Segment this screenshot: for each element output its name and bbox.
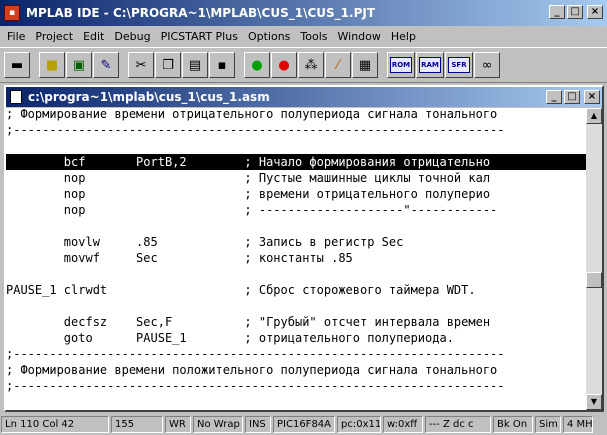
title-bar: ▪ MPLAB IDE - C:\PROGRA~1\MPLAB\CUS_1\CU…	[0, 0, 607, 26]
close-button[interactable]: ×	[587, 5, 603, 19]
step-over-button[interactable]: ⁄	[325, 52, 351, 78]
code-line[interactable]: bcf PortB,2 ; Начало формирования отрица…	[6, 154, 586, 170]
minimize-button[interactable]: _	[549, 5, 565, 19]
status-clock: 4 MH	[563, 416, 593, 433]
menu-project[interactable]: Project	[30, 30, 78, 43]
menu-picstart-plus[interactable]: PICSTART Plus	[156, 30, 243, 43]
menu-debug[interactable]: Debug	[109, 30, 155, 43]
document-icon	[10, 90, 22, 104]
menu-tools[interactable]: Tools	[295, 30, 332, 43]
status-w-register: w:0xff	[383, 416, 423, 433]
sfr-label: SFR	[448, 57, 470, 73]
status-insert: INS	[245, 416, 271, 433]
find-button[interactable]: ✎	[93, 52, 119, 78]
save-file-button[interactable]: ▪	[209, 52, 235, 78]
rom-button[interactable]: ROM	[387, 52, 415, 78]
red-light-icon: ●	[278, 57, 290, 73]
ram-button[interactable]: RAM	[416, 52, 444, 78]
disk-icon: ▣	[72, 57, 86, 73]
maximize-button[interactable]: □	[567, 5, 583, 19]
menu-options[interactable]: Options	[243, 30, 295, 43]
editor-close-button[interactable]: ×	[584, 90, 600, 104]
status-wrap: No Wrap	[193, 416, 243, 433]
code-line[interactable]: nop ; времени отрицательного полуперио	[6, 186, 586, 202]
status-sim: Sim	[535, 416, 561, 433]
code-line[interactable]: ;---------------------------------------…	[6, 346, 586, 362]
chip-icon: ▦	[358, 57, 372, 73]
sfr-button[interactable]: SFR	[445, 52, 473, 78]
step-button[interactable]: ⁂	[298, 52, 324, 78]
search-icon: ✎	[100, 57, 112, 73]
scissors-icon: ✂	[135, 57, 147, 73]
cut-button[interactable]: ✂	[128, 52, 154, 78]
code-line[interactable]: movwf Sec ; константы .85	[6, 250, 586, 266]
code-line[interactable]: movlw .85 ; Запись в регистр Sec	[6, 234, 586, 250]
paste-icon: ▤	[188, 57, 202, 73]
status-device: PIC16F84A	[273, 416, 335, 433]
code-line[interactable]	[6, 218, 586, 234]
status-pc: pc:0x11	[337, 416, 381, 433]
toolbar: ▬ ■ ▣ ✎ ✂ ❐ ▤ ▪ ● ● ⁂ ⁄ ▦ ROM RAM SFR ∞	[0, 47, 607, 83]
editor-minimize-button[interactable]: _	[546, 90, 562, 104]
watch-button[interactable]: ∞	[474, 52, 500, 78]
code-line[interactable]: nop ; --------------------"------------	[6, 202, 586, 218]
status-position: Ln 110 Col 42	[1, 416, 109, 433]
rom-label: ROM	[390, 57, 412, 73]
status-line-count: 155	[111, 416, 163, 433]
reset-button[interactable]: ▦	[352, 52, 378, 78]
code-line[interactable]: ;---------------------------------------…	[6, 122, 586, 138]
menu-edit[interactable]: Edit	[78, 30, 109, 43]
toolbar-icon: ▬	[10, 57, 24, 73]
editor-title: c:\progra~1\mplab\cus_1\cus_1.asm	[28, 90, 270, 104]
scroll-up-button[interactable]: ▲	[586, 108, 602, 124]
status-breakpoints: Bk On	[493, 416, 533, 433]
run-button[interactable]: ●	[244, 52, 270, 78]
glasses-icon: ∞	[481, 57, 493, 73]
ram-label: RAM	[419, 57, 441, 73]
folder-icon: ■	[45, 57, 59, 73]
code-line[interactable]	[6, 138, 586, 154]
status-write-mode: WR	[165, 416, 191, 433]
code-line[interactable]: decfsz Sec,F ; "Грубый" отсчет интервала…	[6, 314, 586, 330]
step-over-icon: ⁄	[336, 57, 340, 73]
menu-bar: File Project Edit Debug PICSTART Plus Op…	[0, 26, 607, 46]
copy-icon: ❐	[162, 57, 174, 73]
code-editor[interactable]: ; Формирование времени отрицательного по…	[6, 108, 586, 410]
vertical-scrollbar[interactable]: ▲ ▼	[586, 108, 602, 410]
mplab-icon: ▪	[4, 5, 20, 21]
code-line[interactable]: ; Формирование времени положительного по…	[6, 362, 586, 378]
menu-help[interactable]: Help	[386, 30, 421, 43]
menu-window[interactable]: Window	[333, 30, 386, 43]
status-flags: --- Z dc c	[425, 416, 491, 433]
copy-button[interactable]: ❐	[155, 52, 181, 78]
code-line[interactable]: ; Формирование времени отрицательного по…	[6, 108, 586, 122]
status-bar: Ln 110 Col 42 155 WR No Wrap INS PIC16F8…	[0, 414, 607, 435]
window-title: MPLAB IDE - C:\PROGRA~1\MPLAB\CUS_1\CUS_…	[26, 6, 376, 20]
toolbar-select-button[interactable]: ▬	[4, 52, 30, 78]
editor-window: c:\progra~1\mplab\cus_1\cus_1.asm _ □ × …	[4, 85, 604, 412]
save-button[interactable]: ▣	[66, 52, 92, 78]
editor-maximize-button[interactable]: □	[564, 90, 580, 104]
halt-button[interactable]: ●	[271, 52, 297, 78]
open-button[interactable]: ■	[39, 52, 65, 78]
code-line[interactable]	[6, 266, 586, 282]
code-line[interactable]: PAUSE_1 clrwdt ; Сброс сторожевого тайме…	[6, 282, 586, 298]
code-line[interactable]: nop ; Пустые машинные циклы точной кал	[6, 170, 586, 186]
menu-file[interactable]: File	[2, 30, 30, 43]
footsteps-icon: ⁂	[304, 57, 318, 73]
scroll-thumb[interactable]	[586, 272, 602, 288]
code-line[interactable]: ;---------------------------------------…	[6, 378, 586, 394]
floppy-icon: ▪	[217, 57, 227, 73]
editor-title-bar: c:\progra~1\mplab\cus_1\cus_1.asm _ □ ×	[6, 87, 602, 107]
scroll-down-button[interactable]: ▼	[586, 394, 602, 410]
code-line[interactable]	[6, 298, 586, 314]
paste-button[interactable]: ▤	[182, 52, 208, 78]
code-line[interactable]: goto PAUSE_1 ; отрицательного полупериод…	[6, 330, 586, 346]
code-line[interactable]	[6, 394, 586, 410]
green-light-icon: ●	[251, 57, 263, 73]
